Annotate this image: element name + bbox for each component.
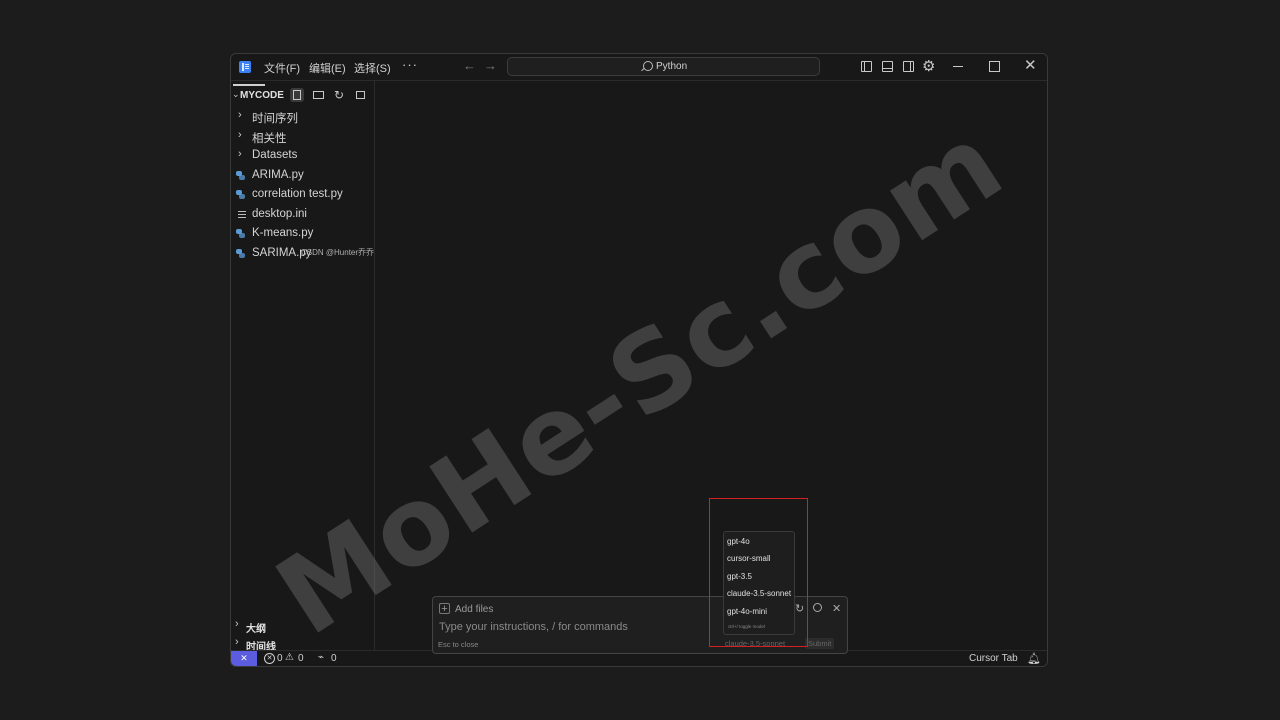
python-icon — [236, 190, 245, 199]
command-center-search[interactable]: Python — [507, 57, 820, 76]
folder-label: 时间序列 — [252, 113, 298, 125]
toggle-primary-sidebar-icon[interactable] — [861, 61, 872, 72]
chevron-right-icon: › — [238, 129, 242, 141]
gear-icon[interactable]: ⚙ — [922, 57, 935, 75]
submit-button[interactable]: Submit — [805, 638, 835, 649]
ports-icon[interactable]: ⌁ — [318, 652, 324, 663]
instructions-input[interactable] — [437, 619, 701, 635]
add-files-icon[interactable]: + — [439, 603, 450, 615]
editor-area[interactable] — [375, 81, 1047, 650]
refresh-explorer-button[interactable]: ↻ — [332, 88, 346, 102]
chevron-right-icon: › — [238, 109, 242, 121]
warning-count[interactable]: 0 — [298, 653, 304, 664]
folder-label: Datasets — [252, 149, 298, 161]
folder-item[interactable]: › 时间序列 — [231, 107, 375, 126]
remote-indicator-icon[interactable]: ✕ — [231, 651, 257, 666]
search-icon — [643, 61, 653, 71]
python-icon — [236, 171, 245, 180]
collapse-folders-button[interactable] — [353, 88, 367, 102]
globe-icon[interactable] — [813, 603, 822, 612]
refresh-icon[interactable]: ↻ — [795, 602, 804, 615]
workspace-title: MYCODE — [240, 90, 284, 101]
folder-item[interactable]: › 相关性 — [231, 127, 375, 146]
warning-icon[interactable]: ⚠ — [285, 652, 294, 663]
settings-file-icon — [238, 211, 246, 212]
close-icon[interactable]: ✕ — [832, 602, 841, 615]
search-text: Python — [656, 61, 688, 72]
title-bar: 文件(F) 编辑(E) 选择(S) ··· ← → Python ⚙ ✕ — [231, 54, 1047, 81]
editor-window: 文件(F) 编辑(E) 选择(S) ··· ← → Python ⚙ ✕ ⌄ M… — [230, 53, 1048, 667]
model-option[interactable]: gpt-3.5 — [727, 572, 752, 581]
error-icon[interactable]: ✕ — [264, 653, 275, 664]
folder-label: 相关性 — [252, 133, 287, 145]
toggle-panel-icon[interactable] — [882, 61, 893, 72]
bell-icon[interactable]: 🔔︎ — [1027, 652, 1041, 665]
model-option[interactable]: cursor-small — [727, 554, 771, 563]
menu-edit[interactable]: 编辑(E) — [309, 60, 346, 76]
file-label: desktop.ini — [252, 208, 307, 220]
close-window-icon[interactable]: ✕ — [1024, 56, 1037, 74]
file-item[interactable]: desktop.ini — [231, 205, 375, 224]
active-tab-indicator — [233, 84, 265, 86]
file-label: correlation test.py — [252, 188, 343, 200]
new-file-icon — [293, 90, 301, 100]
ports-count[interactable]: 0 — [331, 653, 337, 664]
file-item[interactable]: ARIMA.py — [231, 166, 375, 185]
file-item[interactable]: correlation test.py — [231, 185, 375, 204]
explorer-sidebar: ⌄ MYCODE ↻ › 时间序列 › 相关性 › Datasets ARIMA… — [231, 81, 375, 653]
outline-section[interactable]: › 大纲 — [231, 617, 375, 635]
menu-selection[interactable]: 选择(S) — [354, 60, 391, 76]
file-label: ARIMA.py — [252, 169, 304, 181]
model-selector[interactable]: claude-3.5-sonnet — [725, 639, 785, 648]
model-option[interactable]: claude-3.5-sonnet — [727, 589, 791, 598]
new-folder-icon — [312, 91, 324, 99]
cursor-tab-status[interactable]: Cursor Tab — [969, 653, 1018, 664]
model-option[interactable]: gpt-4o-mini — [727, 607, 767, 616]
explorer-header[interactable]: ⌄ MYCODE ↻ — [231, 81, 375, 109]
more-menu-button[interactable]: ··· — [402, 57, 418, 72]
collapse-all-icon — [355, 91, 365, 99]
toggle-model-hint: ctrl+/ toggle model — [728, 624, 765, 629]
model-dropdown: gpt-4o cursor-small gpt-3.5 claude-3.5-s… — [723, 531, 795, 635]
python-icon — [236, 249, 245, 258]
error-count[interactable]: 0 — [277, 653, 283, 664]
chevron-right-icon: › — [235, 618, 239, 630]
esc-hint: Esc to close — [438, 640, 479, 649]
forward-arrow-icon[interactable]: → — [484, 58, 497, 73]
chevron-right-icon: › — [235, 636, 239, 648]
minimize-window-icon[interactable] — [953, 66, 963, 67]
chevron-down-icon[interactable]: ⌄ — [232, 89, 240, 100]
new-folder-button[interactable] — [311, 88, 325, 102]
file-item[interactable]: K-means.py — [231, 224, 375, 243]
csdn-watermark: CSDN @Hunter乔乔 — [301, 248, 375, 257]
chevron-right-icon: › — [238, 148, 242, 160]
folder-item[interactable]: › Datasets — [231, 146, 375, 165]
cursor-logo-icon — [239, 61, 251, 73]
file-label: K-means.py — [252, 227, 314, 239]
toggle-secondary-sidebar-icon[interactable] — [903, 61, 914, 72]
add-files-button[interactable]: Add files — [455, 604, 493, 615]
new-file-button[interactable] — [290, 88, 304, 102]
back-arrow-icon[interactable]: ← — [463, 58, 476, 73]
outline-label: 大纲 — [246, 624, 266, 635]
maximize-window-icon[interactable] — [989, 61, 1000, 72]
menu-file[interactable]: 文件(F) — [264, 60, 300, 76]
python-icon — [236, 229, 245, 238]
model-option[interactable]: gpt-4o — [727, 537, 750, 546]
